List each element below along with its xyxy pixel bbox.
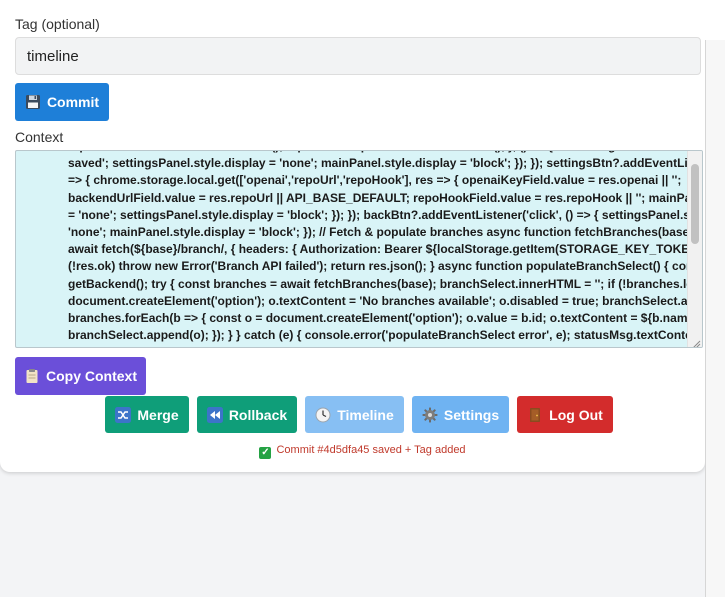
- logout-button-label: Log Out: [549, 406, 603, 423]
- context-line: branches.forEach(b => { const o = docume…: [68, 311, 688, 326]
- logout-button[interactable]: Log Out: [517, 396, 613, 433]
- context-text[interactable]: repoUrl: backendUrlField.value.trim(), r…: [68, 151, 688, 347]
- copy-context-button[interactable]: Copy Context: [15, 357, 146, 395]
- context-line: await fetch(${base}/branch/, { headers: …: [68, 242, 688, 257]
- settings-button[interactable]: Settings: [412, 396, 509, 433]
- context-textarea[interactable]: repoUrl: backendUrlField.value.trim(), r…: [15, 150, 703, 348]
- check-mark-icon: ✓: [259, 447, 272, 459]
- context-line: branchSelect.append(o); }); } } catch (e…: [68, 328, 688, 343]
- commit-button[interactable]: Commit: [15, 83, 109, 121]
- shuffle-icon: [115, 406, 132, 423]
- tag-label: Tag (optional): [15, 16, 100, 32]
- context-scrollbar-thumb[interactable]: [691, 164, 699, 244]
- window-edge-top: [705, 0, 725, 40]
- window-edge: [705, 40, 725, 597]
- timeline-button[interactable]: Timeline: [305, 396, 404, 433]
- context-label: Context: [15, 129, 64, 145]
- merge-button[interactable]: Merge: [105, 396, 189, 433]
- merge-button-label: Merge: [137, 406, 179, 423]
- context-line: saved'; settingsPanel.style.display = 'n…: [68, 156, 688, 171]
- context-line: load branches'; } } // View branches vie…: [68, 344, 688, 347]
- main-panel: Tag (optional) Commit Context repoUrl: b…: [0, 0, 705, 472]
- door-icon: [527, 407, 543, 423]
- copy-context-button-label: Copy Context: [46, 368, 137, 384]
- rewind-icon: [206, 406, 223, 423]
- settings-button-label: Settings: [443, 406, 500, 423]
- clock-icon: [315, 407, 331, 423]
- rollback-button-label: Rollback: [228, 406, 288, 423]
- status-message-text: Commit #4d5dfa45 saved + Tag added: [276, 444, 466, 456]
- context-line: = 'none'; settingsPanel.style.display = …: [68, 207, 688, 222]
- context-line: backendUrlField.value = res.repoUrl || A…: [68, 190, 688, 205]
- gear-icon: [422, 407, 438, 423]
- timeline-button-label: Timeline: [337, 406, 394, 423]
- context-line: getBackend(); try { const branches = awa…: [68, 276, 688, 291]
- context-scrollbar[interactable]: [687, 151, 702, 347]
- resize-grip-icon[interactable]: [691, 336, 701, 347]
- commit-button-label: Commit: [46, 94, 100, 110]
- context-line: => { chrome.storage.local.get(['openai',…: [68, 173, 682, 188]
- status-message: ✓ Commit #4d5dfa45 saved + Tag added: [0, 444, 725, 459]
- context-line: 'none'; mainPanel.style.display = 'block…: [68, 225, 688, 240]
- rollback-button[interactable]: Rollback: [197, 396, 297, 433]
- clipboard-icon: [24, 368, 40, 384]
- context-line: document.createElement('option'); o.text…: [68, 293, 688, 308]
- floppy-disk-icon: [25, 94, 41, 110]
- context-line: (!res.ok) throw new Error('Branch API fa…: [68, 259, 688, 274]
- tag-input[interactable]: [15, 37, 701, 75]
